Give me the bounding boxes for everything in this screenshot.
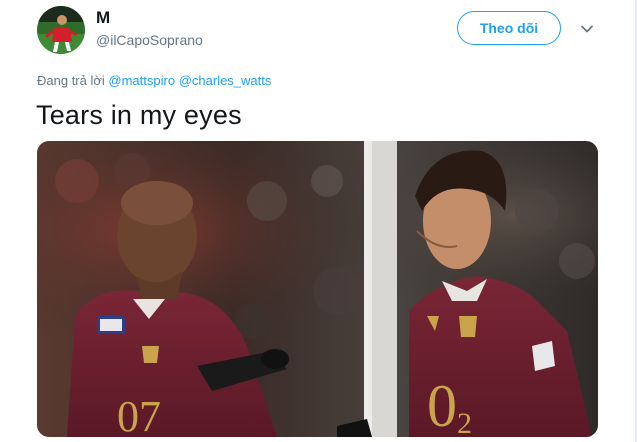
svg-text:2: 2 bbox=[457, 407, 472, 437]
svg-text:07: 07 bbox=[117, 392, 161, 437]
photo-image: 07 0 2 bbox=[37, 141, 598, 437]
follow-button[interactable]: Theo dõi bbox=[457, 11, 561, 45]
mention-link[interactable]: @mattspiro bbox=[108, 73, 175, 88]
display-name[interactable]: M bbox=[96, 8, 110, 28]
avatar[interactable] bbox=[37, 6, 85, 54]
reply-prefix: Đang trả lời bbox=[37, 73, 105, 88]
user-handle[interactable]: @ilCapoSoprano bbox=[96, 32, 203, 48]
tweet-photo[interactable]: 07 0 2 bbox=[37, 141, 598, 437]
chevron-down-icon[interactable] bbox=[578, 20, 596, 38]
mention-link[interactable]: @charles_watts bbox=[179, 73, 272, 88]
reply-context: Đang trả lời @mattspiro @charles_watts bbox=[37, 73, 271, 88]
tweet-text: Tears in my eyes bbox=[36, 100, 242, 130]
avatar-photo bbox=[37, 6, 85, 54]
svg-text:0: 0 bbox=[427, 373, 457, 437]
